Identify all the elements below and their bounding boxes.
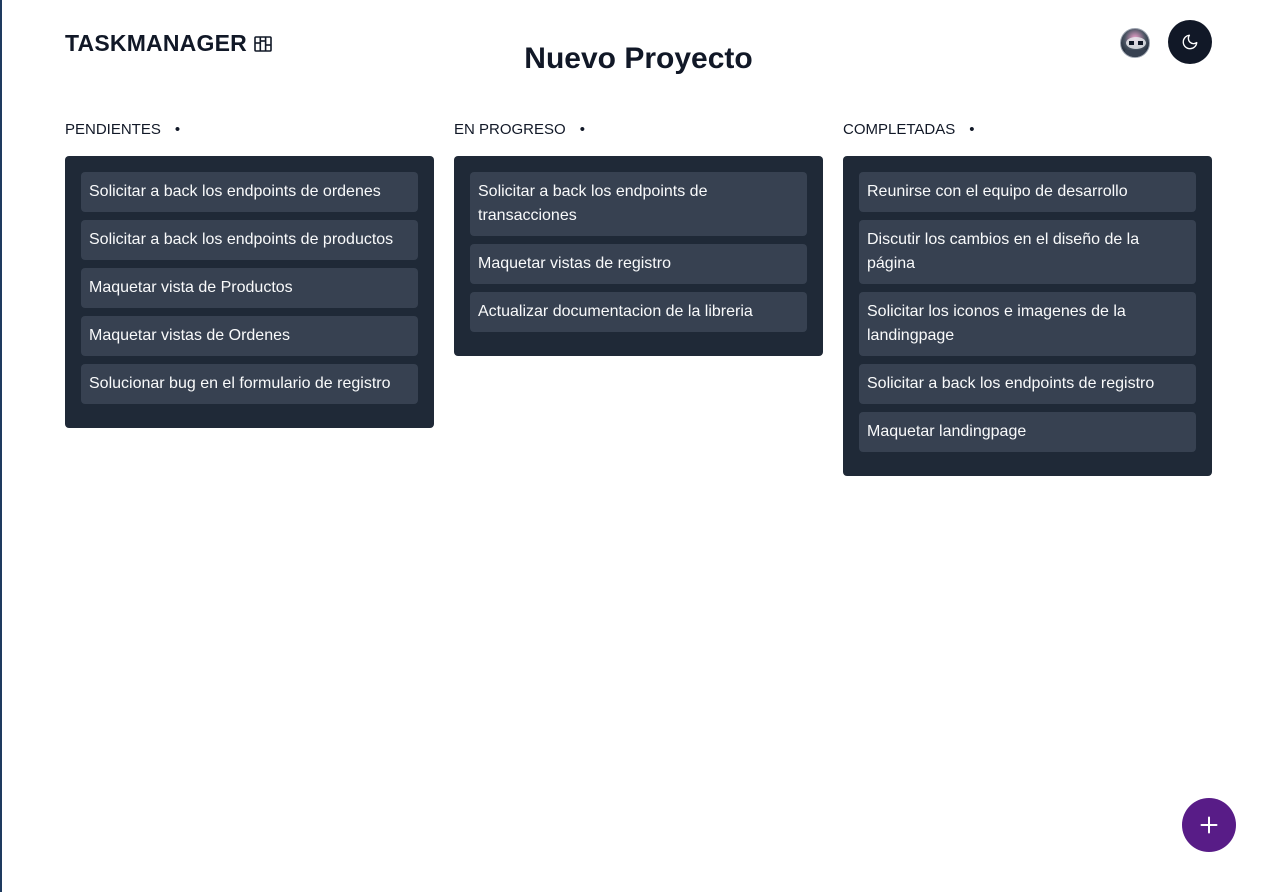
task-card[interactable]: Maquetar landingpage [859, 412, 1196, 452]
user-avatar[interactable] [1120, 28, 1150, 58]
theme-toggle-button[interactable] [1168, 20, 1212, 64]
column-pendientes: PENDIENTES • Solicitar a back los endpoi… [65, 118, 434, 476]
task-card[interactable]: Maquetar vista de Productos [81, 268, 418, 308]
task-card[interactable]: Solicitar a back los endpoints de regist… [859, 364, 1196, 404]
task-card[interactable]: Solicitar a back los endpoints de transa… [470, 172, 807, 236]
column-completadas: COMPLETADAS • Reunirse con el equipo de … [843, 118, 1212, 476]
task-card[interactable]: Solicitar a back los endpoints de ordene… [81, 172, 418, 212]
column-title: COMPLETADAS [843, 120, 956, 138]
column-body: Solicitar a back los endpoints de ordene… [65, 156, 434, 428]
add-task-button[interactable] [1182, 798, 1236, 852]
task-card[interactable]: Solucionar bug en el formulario de regis… [81, 364, 418, 404]
column-title: PENDIENTES [65, 120, 161, 138]
column-header: EN PROGRESO • [454, 118, 823, 140]
task-card[interactable]: Actualizar documentacion de la libreria [470, 292, 807, 332]
column-header: COMPLETADAS • [843, 118, 1212, 140]
column-dot: • [579, 120, 585, 138]
column-header: PENDIENTES • [65, 118, 434, 140]
column-en-progreso: EN PROGRESO • Solicitar a back los endpo… [454, 118, 823, 476]
column-body: Reunirse con el equipo de desarrollo Dis… [843, 156, 1212, 476]
task-card[interactable]: Solicitar los iconos e imagenes de la la… [859, 292, 1196, 356]
board-columns: PENDIENTES • Solicitar a back los endpoi… [65, 118, 1212, 476]
task-card[interactable]: Solicitar a back los endpoints de produc… [81, 220, 418, 260]
column-dot: • [174, 120, 181, 138]
task-card[interactable]: Maquetar vistas de registro [470, 244, 807, 284]
moon-icon [1182, 34, 1198, 50]
task-card[interactable]: Discutir los cambios en el diseño de la … [859, 220, 1196, 284]
plus-icon [1200, 816, 1218, 834]
page-title: Nuevo Proyecto [524, 42, 753, 75]
column-title: EN PROGRESO [454, 120, 566, 138]
column-body: Solicitar a back los endpoints de transa… [454, 156, 823, 356]
column-dot: • [969, 120, 975, 138]
task-card[interactable]: Reunirse con el equipo de desarrollo [859, 172, 1196, 212]
task-card[interactable]: Maquetar vistas de Ordenes [81, 316, 418, 356]
